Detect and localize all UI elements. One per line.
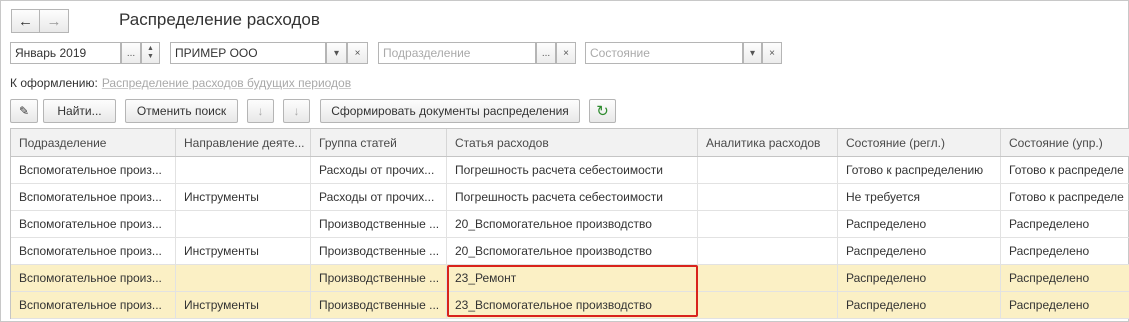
column-header[interactable]: Статья расходов xyxy=(447,129,698,156)
period-value: Январь 2019 xyxy=(15,46,87,60)
department-field[interactable]: Подразделение xyxy=(378,42,536,64)
table-row[interactable]: Вспомогательное произ... Инструменты Про… xyxy=(11,238,1129,265)
table-cell: Готово к распределению xyxy=(838,157,1001,183)
table-cell xyxy=(176,211,311,237)
table-cell: Вспомогательное произ... xyxy=(11,211,176,237)
table-cell: Расходы от прочих... xyxy=(311,184,447,210)
table-cell: Расходы от прочих... xyxy=(311,157,447,183)
spin-down-icon[interactable]: ▼ xyxy=(147,53,154,61)
table-cell: Погрешность расчета себестоимости xyxy=(447,157,698,183)
organization-field[interactable]: ПРИМЕР ООО xyxy=(170,42,326,64)
cancel-search-button[interactable]: Отменить поиск xyxy=(125,99,238,123)
table-cell: 23_Ремонт xyxy=(447,265,698,291)
table-cell: Распределено xyxy=(838,238,1001,264)
table-cell: Распределено xyxy=(1009,217,1090,231)
table-cell: Производственные ... xyxy=(311,211,447,237)
table-cell: Производственные ... xyxy=(311,238,447,264)
table-row[interactable]: Вспомогательное произ... Инструменты Рас… xyxy=(11,184,1129,211)
table-cell: Вспомогательное произ... xyxy=(11,265,176,291)
table-cell: Распределено xyxy=(1009,271,1090,285)
expenses-table: Подразделение Направление деяте... Групп… xyxy=(10,128,1129,319)
future-expenses-link[interactable]: Распределение расходов будущих периодов xyxy=(102,76,351,90)
organization-value: ПРИМЕР ООО xyxy=(175,46,258,60)
period-field[interactable]: Январь 2019 xyxy=(10,42,121,64)
form-distribution-docs-button[interactable]: Сформировать документы распределения xyxy=(320,99,580,123)
table-cell: Вспомогательное произ... xyxy=(11,292,176,318)
table-cell: Распределено xyxy=(838,292,1001,318)
find-button[interactable]: Найти... xyxy=(43,99,116,123)
table-cell xyxy=(698,157,838,183)
table-cell: Погрешность расчета себестоимости xyxy=(447,184,698,210)
table-cell: Не требуется xyxy=(838,184,1001,210)
table-row[interactable]: Вспомогательное произ... Расходы от проч… xyxy=(11,157,1129,184)
sort-ascending-icon[interactable]: ↓ xyxy=(247,99,274,123)
table-cell: Инструменты xyxy=(176,292,311,318)
table-cell: Производственные ... xyxy=(311,292,447,318)
table-cell xyxy=(698,265,838,291)
table-cell: Распределено xyxy=(838,211,1001,237)
table-cell: Вспомогательное произ... xyxy=(11,184,176,210)
state-clear-icon[interactable]: × xyxy=(762,42,782,64)
state-field[interactable]: Состояние xyxy=(585,42,743,64)
department-clear-icon[interactable]: × xyxy=(556,42,576,64)
column-header[interactable]: Направление деяте... xyxy=(176,129,311,156)
column-header[interactable]: Аналитика расходов xyxy=(698,129,838,156)
table-cell: Распределено xyxy=(838,265,1001,291)
sort-descending-icon[interactable]: ↓ xyxy=(283,99,310,123)
department-placeholder: Подразделение xyxy=(383,46,471,60)
table-cell: Производственные ... xyxy=(311,265,447,291)
column-header[interactable]: Состояние (регл.) xyxy=(838,129,1001,156)
spin-up-icon[interactable]: ▲ xyxy=(147,45,154,53)
table-cell: Распределено xyxy=(1009,298,1090,312)
table-cell: Вспомогательное произ... xyxy=(11,238,176,264)
state-placeholder: Состояние xyxy=(590,46,650,60)
period-select-button[interactable]: ... xyxy=(121,42,141,64)
table-header: Подразделение Направление деяте... Групп… xyxy=(11,129,1129,157)
table-row-selected[interactable]: Вспомогательное произ... Инструменты Про… xyxy=(11,292,1129,319)
table-cell: Вспомогательное произ... xyxy=(11,157,176,183)
table-cell xyxy=(176,265,311,291)
for-processing-label: К оформлению: xyxy=(10,76,98,90)
refresh-icon[interactable]: ↻ xyxy=(589,99,616,123)
table-cell: Инструменты xyxy=(176,184,311,210)
organization-clear-icon[interactable]: × xyxy=(347,42,368,64)
expense-distribution-window: ← → Распределение расходов Январь 2019 .… xyxy=(0,0,1129,322)
for-processing-row: К оформлению: Распределение расходов буду… xyxy=(10,76,351,90)
period-stepper[interactable]: ▲ ▼ xyxy=(141,42,160,64)
table-cell: Готово к распределе xyxy=(1009,190,1124,204)
table-cell xyxy=(698,238,838,264)
table-cell: 20_Вспомогательное производство xyxy=(447,211,698,237)
table-cell: Готово к распределе xyxy=(1009,163,1124,177)
back-arrow-icon[interactable]: ← xyxy=(11,9,40,33)
table-cell: 23_Вспомогательное производство xyxy=(447,292,698,318)
table-cell xyxy=(698,211,838,237)
table-cell xyxy=(698,184,838,210)
navigation: ← → xyxy=(11,9,69,33)
column-header[interactable]: Группа статей xyxy=(311,129,447,156)
table-cell: 20_Вспомогательное производство xyxy=(447,238,698,264)
column-header[interactable]: Подразделение xyxy=(11,129,176,156)
table-cell xyxy=(176,157,311,183)
table-cell: Распределено xyxy=(1009,244,1090,258)
edit-pencil-icon[interactable]: ✎ xyxy=(10,99,38,123)
table-row[interactable]: Вспомогательное произ... Производственны… xyxy=(11,211,1129,238)
state-dropdown-icon[interactable]: ▾ xyxy=(743,42,762,64)
column-header[interactable]: Состояние (упр.) xyxy=(1001,129,1129,156)
department-select-button[interactable]: ... xyxy=(536,42,556,64)
table-row-selected[interactable]: Вспомогательное произ... Производственны… xyxy=(11,265,1129,292)
table-cell: Инструменты xyxy=(176,238,311,264)
forward-arrow-icon[interactable]: → xyxy=(40,9,69,33)
page-title: Распределение расходов xyxy=(119,10,320,29)
organization-dropdown-icon[interactable]: ▾ xyxy=(326,42,347,64)
table-cell xyxy=(698,292,838,318)
